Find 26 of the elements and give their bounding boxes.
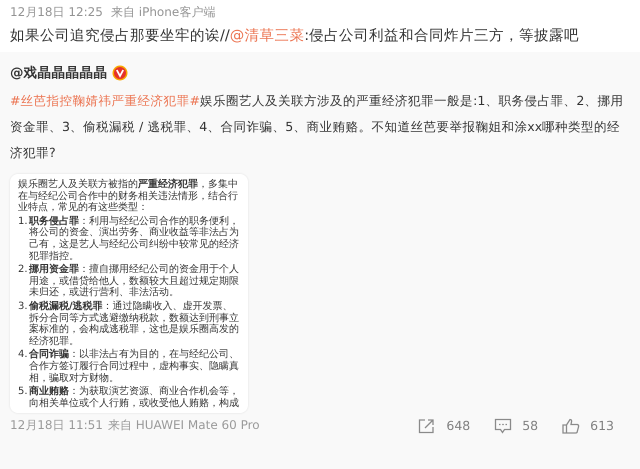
author-name[interactable]: @戏晶晶晶晶晶 [10,64,108,82]
list-number: 1. [18,216,28,229]
list-number: 4. [18,349,29,362]
screenshot-intro: 娱乐圈艺人及关联方被指的严重经济犯罪，多集中在与经纪公司合作中的财务相关违法情形，结合行业特点，常见的有这些类型： [18,179,239,214]
post-source: 来自 iPhone客户端 [110,4,216,21]
post-text: #丝芭指控鞠婧祎严重经济犯罪#娱乐圈艺人及关联方涉及的严重经济犯罪一般是:1、职务侵占罪、2、挪用资金罪、3、偷税漏税 / 逃税罪、4、合同诈骗、5、商业贿赂。不知道丝芭要举报鞠姐和涂xx哪种类型的经济犯罪? [10,92,624,162]
list-item-text: 商业贿赂：为获取演艺资源、商业合作机会等，向相关单位或个人行贿，或收受他人贿赂，构成 [29,386,240,410]
list-item-text: 职务侵占罪：利用与经纪公司合作的职务便利，将公司的资金、演出劳务、商业收益等非法占为己有，这是艺人与经纪公司纠纷中较常见的经济犯罪指控。 [29,216,240,262]
topic-link[interactable]: #丝芭指控鞠婧祎严重经济犯罪# [10,93,200,108]
list-number: 2. [18,264,28,278]
mention-link[interactable]: @清草三菜 [230,28,304,44]
list-number: 5. [18,386,29,400]
action-count: 648 [446,418,470,434]
list-item-text: 偷税漏税/逃税罪：通过隐瞒收入、虚开发票、拆分合同等方式逃避缴纳税款，数额达到刑事立案标准的，会构成逃税罪，这也是娱乐圈高发的经济犯罪。 [29,300,240,348]
list-number: 3. [18,300,28,314]
share-icon[interactable] [418,418,436,434]
comment-icon[interactable] [494,418,512,434]
list-item-text: 合同诈骗：以非法占有为目的，在与经纪公司、合作方签订履行合同过程中，虚构事实、隐瞒真相，骗取对方财物。 [29,349,240,384]
list-item-text: 挪用资金罪：擅自挪用经纪公司的资金用于个人用途，或借贷给他人，数额较大且超过规定期限未归还，或进行营利、非法活动。 [29,264,240,299]
action-count: 613 [590,418,614,434]
post-source: 来自 HUAWEI Mate 60 Pro [108,417,260,434]
action-count: 58 [522,418,538,434]
thumbs-up-icon[interactable] [562,418,580,434]
post-time: 12月18日 12:25 [10,4,103,21]
comment-text: 如果公司追究侵占那要坐牢的诶//@清草三菜:侵占公司利益和合同炸片三方，等披露吧 [10,26,580,46]
post-time: 12月18日 11:51 [10,417,103,434]
